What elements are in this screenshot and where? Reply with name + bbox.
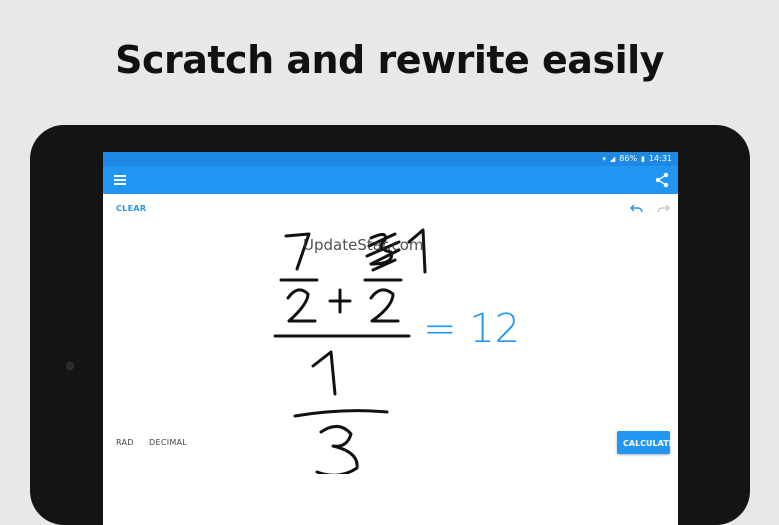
camera-icon [66, 362, 74, 370]
status-bar: ▾ ◢ 86% ▮ 14:31 [103, 152, 678, 166]
rad-toggle[interactable]: RAD [116, 438, 134, 447]
watermark-text: UpdateStar.com [303, 236, 424, 254]
ink-plus [328, 288, 352, 314]
decimal-toggle[interactable]: DECIMAL [149, 438, 187, 447]
ink-three [315, 425, 359, 474]
headline: Scratch and rewrite easily [115, 38, 664, 82]
battery-percent: 86% [619, 154, 638, 163]
result-text: = 12 [423, 306, 521, 352]
app-screen: ▾ ◢ 86% ▮ 14:31 CLEAR UpdateStar.com = 1… [103, 152, 678, 525]
clock: 14:31 [648, 154, 672, 163]
ink-bar-bottom [293, 409, 389, 418]
tablet-frame: ▾ ◢ 86% ▮ 14:31 CLEAR UpdateStar.com = 1… [30, 125, 750, 525]
share-icon[interactable] [655, 172, 669, 188]
ink-one-bottom [311, 350, 337, 396]
wifi-icon: ▾ [602, 155, 606, 163]
signal-icon: ◢ [609, 155, 616, 163]
calculate-button[interactable]: CALCULATE [617, 431, 674, 454]
ink-two-left [286, 288, 317, 323]
battery-icon: ▮ [641, 155, 645, 163]
app-bar [103, 166, 678, 194]
ink-two-right [369, 288, 400, 323]
menu-icon[interactable] [114, 175, 126, 185]
